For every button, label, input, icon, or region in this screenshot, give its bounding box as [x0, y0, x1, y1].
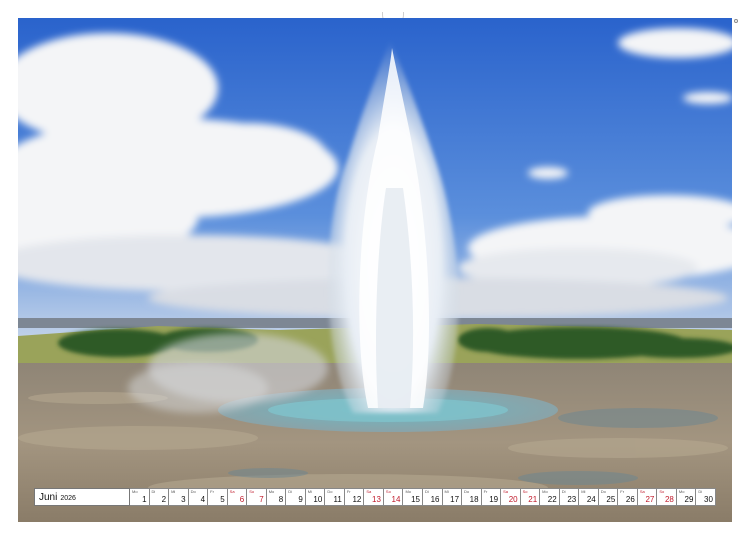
day-number: 5 [220, 495, 225, 504]
day-number: 9 [298, 495, 303, 504]
day-weekday: Mo [405, 489, 411, 494]
day-number: 16 [430, 495, 440, 504]
day-cell: Mo 1 [130, 488, 150, 506]
day-cell: Di 23 [559, 488, 580, 506]
day-cell: So 14 [383, 488, 404, 506]
day-weekday: Sa [503, 489, 508, 494]
day-number: 10 [313, 495, 323, 504]
day-number: 25 [606, 495, 616, 504]
month-label-box: Juni 2026 [34, 488, 130, 506]
day-cell: Sa 13 [364, 488, 384, 506]
day-number: 27 [645, 495, 655, 504]
day-number: 2 [161, 495, 167, 504]
day-number: 14 [391, 495, 401, 504]
day-cell: Mo 22 [540, 488, 560, 506]
day-weekday: Mi [581, 489, 586, 494]
day-cell: Fr 5 [208, 488, 228, 506]
day-number: 11 [333, 495, 342, 504]
day-cell: Mi 17 [442, 488, 463, 506]
day-number: 6 [239, 495, 245, 504]
day-weekday: Di [424, 489, 429, 494]
geyser-landscape-image [18, 18, 732, 522]
day-weekday: Mo [132, 489, 138, 494]
day-cell: Mi 3 [169, 488, 189, 506]
day-cell: Di 16 [422, 488, 443, 506]
day-weekday: Mo [678, 489, 685, 494]
day-number: 7 [259, 495, 264, 504]
day-number: 29 [684, 495, 694, 504]
day-number: 20 [508, 495, 518, 504]
day-cell: Do 4 [188, 488, 209, 506]
day-weekday: Do [600, 489, 606, 494]
day-number: 18 [469, 495, 479, 504]
day-weekday: Di [698, 489, 703, 494]
day-cell: Di 9 [286, 488, 306, 506]
day-number: 28 [664, 495, 674, 504]
day-cell: Sa 27 [637, 488, 658, 506]
day-weekday: Mo [542, 489, 548, 494]
day-weekday: Sa [639, 489, 645, 494]
day-number: 19 [489, 495, 499, 504]
day-number: 13 [372, 495, 381, 504]
day-number: 1 [142, 495, 147, 504]
day-weekday: Di [561, 489, 566, 494]
day-cell: Do 25 [598, 488, 619, 506]
day-weekday: Do [327, 489, 333, 494]
day-weekday: Mi [307, 489, 313, 494]
day-cell: So 7 [247, 488, 267, 506]
day-weekday: Fr [346, 489, 351, 494]
day-cell: Mo 8 [266, 488, 287, 506]
day-weekday: Di [151, 489, 156, 494]
day-weekday: Di [288, 489, 293, 494]
day-weekday: So [659, 489, 665, 494]
day-cell: Mo 15 [403, 488, 423, 506]
day-number: 26 [625, 495, 635, 504]
month-calendar-strip: Juni 2026 Mo 1 Di 2 Mi 3 Do 4 Fr 5 Sa 6 So 7 Mo 8 Di 9 Mi 1… [34, 488, 716, 506]
day-weekday: So [249, 489, 255, 494]
binding-hole [733, 19, 738, 23]
day-number: 30 [704, 495, 713, 504]
day-weekday: So [522, 489, 528, 494]
day-cells: Mo 1 Di 2 Mi 3 Do 4 Fr 5 Sa 6 So 7 Mo 8 Di 9 Mi 10 Do 11 Fr 12 S… [130, 488, 716, 506]
day-cell: Mi 24 [579, 488, 599, 506]
day-weekday: Fr [210, 489, 214, 494]
day-cell: Fr 26 [618, 488, 638, 506]
day-cell: Di 30 [696, 488, 716, 506]
day-cell: Fr 12 [344, 488, 365, 506]
day-cell: Do 18 [462, 488, 482, 506]
day-weekday: Mi [171, 489, 176, 494]
calendar-photo-geyser [18, 18, 732, 522]
day-number: 23 [567, 495, 577, 504]
day-weekday: Fr [620, 489, 625, 494]
day-cell: So 21 [520, 488, 541, 506]
day-weekday: Fr [483, 489, 488, 494]
day-cell: Sa 6 [227, 488, 248, 506]
day-cell: Mi 10 [305, 488, 326, 506]
day-cell: Mo 29 [676, 488, 697, 506]
day-number: 22 [547, 495, 557, 504]
day-cell: Do 11 [325, 488, 345, 506]
month-name: Juni [39, 491, 58, 503]
day-number: 24 [586, 495, 596, 504]
day-weekday: Mo [268, 489, 275, 494]
day-cell: Sa 20 [501, 488, 521, 506]
day-cell: Fr 19 [481, 488, 502, 506]
day-number: 3 [181, 495, 186, 504]
year-label: 2026 [60, 494, 76, 502]
day-number: 8 [278, 495, 284, 504]
day-weekday: Sa [229, 489, 235, 494]
day-number: 4 [200, 495, 206, 504]
day-cell: Di 2 [149, 488, 170, 506]
day-weekday: Mi [444, 489, 449, 494]
day-cell: So 28 [657, 488, 677, 506]
day-weekday: So [385, 489, 391, 494]
day-number: 17 [450, 495, 460, 504]
day-number: 21 [528, 495, 538, 504]
day-number: 12 [352, 495, 362, 504]
day-weekday: Do [464, 489, 470, 494]
day-number: 15 [411, 495, 420, 504]
day-weekday: Do [190, 489, 196, 494]
day-weekday: Sa [366, 489, 372, 494]
